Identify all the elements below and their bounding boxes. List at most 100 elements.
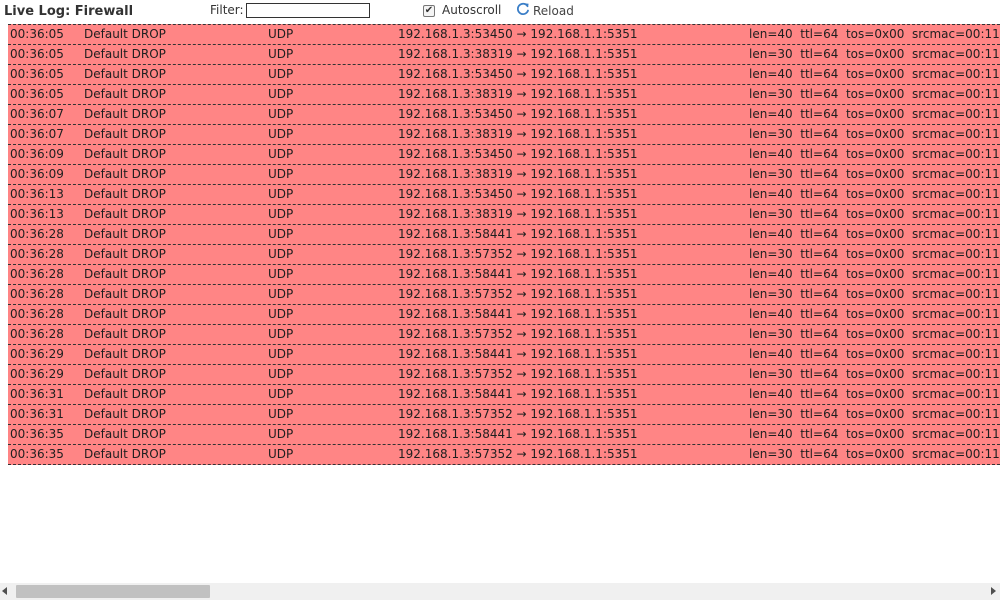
log-time: 00:36:05: [10, 47, 64, 61]
reload-icon: [516, 2, 530, 20]
log-details: len=40 ttl=64 tos=0x00 srcmac=00:11: [749, 27, 1000, 41]
log-protocol: UDP: [268, 227, 294, 241]
log-protocol: UDP: [268, 347, 294, 361]
log-protocol: UDP: [268, 127, 294, 141]
log-rule: Default DROP: [84, 387, 166, 401]
log-row: 00:36:28 Default DROP UDP 192.168.1.3:57352…: [8, 245, 1000, 265]
checkmark-icon: ✔: [424, 5, 434, 16]
log-details: len=30 ttl=64 tos=0x00 srcmac=00:11: [749, 207, 1000, 221]
log-table: 00:36:05 Default DROP UDP 192.168.1.3:53450…: [8, 24, 1000, 465]
log-details: len=30 ttl=64 tos=0x00 srcmac=00:11: [749, 167, 1000, 181]
log-row: 00:36:07 Default DROP UDP 192.168.1.3:38319…: [8, 125, 1000, 145]
log-details: len=30 ttl=64 tos=0x00 srcmac=00:11: [749, 287, 1000, 301]
log-details: len=40 ttl=64 tos=0x00 srcmac=00:11: [749, 347, 1000, 361]
log-row: 00:36:13 Default DROP UDP 192.168.1.3:53450…: [8, 185, 1000, 205]
log-protocol: UDP: [268, 407, 294, 421]
reload-button[interactable]: Reload: [516, 2, 574, 20]
log-row: 00:36:09 Default DROP UDP 192.168.1.3:38319…: [8, 165, 1000, 185]
scrollbar-thumb[interactable]: [16, 585, 210, 598]
log-time: 00:36:35: [10, 427, 64, 441]
log-protocol: UDP: [268, 267, 294, 281]
log-rule: Default DROP: [84, 247, 166, 261]
log-time: 00:36:29: [10, 347, 64, 361]
log-protocol: UDP: [268, 147, 294, 161]
log-protocol: UDP: [268, 427, 294, 441]
log-time: 00:36:31: [10, 407, 64, 421]
log-connection: 192.168.1.3:38319 → 192.168.1.1:5351: [398, 47, 638, 61]
log-row: 00:36:31 Default DROP UDP 192.168.1.3:57352…: [8, 405, 1000, 425]
log-connection: 192.168.1.3:38319 → 192.168.1.1:5351: [398, 207, 638, 221]
log-rule: Default DROP: [84, 107, 166, 121]
log-time: 00:36:28: [10, 327, 64, 341]
log-details: len=30 ttl=64 tos=0x00 srcmac=00:11: [749, 407, 1000, 421]
log-connection: 192.168.1.3:53450 → 192.168.1.1:5351: [398, 67, 638, 81]
log-details: len=30 ttl=64 tos=0x00 srcmac=00:11: [749, 247, 1000, 261]
log-details: len=30 ttl=64 tos=0x00 srcmac=00:11: [749, 327, 1000, 341]
log-time: 00:36:13: [10, 187, 64, 201]
log-time: 00:36:28: [10, 267, 64, 281]
log-time: 00:36:07: [10, 127, 64, 141]
autoscroll-label[interactable]: Autoscroll: [442, 3, 501, 17]
log-details: len=30 ttl=64 tos=0x00 srcmac=00:11: [749, 447, 1000, 461]
log-details: len=40 ttl=64 tos=0x00 srcmac=00:11: [749, 387, 1000, 401]
log-protocol: UDP: [268, 87, 294, 101]
log-rule: Default DROP: [84, 187, 166, 201]
log-protocol: UDP: [268, 387, 294, 401]
log-rule: Default DROP: [84, 47, 166, 61]
log-row: 00:36:09 Default DROP UDP 192.168.1.3:53450…: [8, 145, 1000, 165]
log-row: 00:36:05 Default DROP UDP 192.168.1.3:38319…: [8, 45, 1000, 65]
log-time: 00:36:09: [10, 167, 64, 181]
log-protocol: UDP: [268, 287, 294, 301]
log-details: len=40 ttl=64 tos=0x00 srcmac=00:11: [749, 107, 1000, 121]
log-row: 00:36:13 Default DROP UDP 192.168.1.3:38319…: [8, 205, 1000, 225]
log-row: 00:36:07 Default DROP UDP 192.168.1.3:53450…: [8, 105, 1000, 125]
log-time: 00:36:28: [10, 307, 64, 321]
log-connection: 192.168.1.3:58441 → 192.168.1.1:5351: [398, 427, 638, 441]
toolbar: Live Log: Firewall Filter: ✔ Autoscroll …: [0, 0, 1000, 22]
log-protocol: UDP: [268, 67, 294, 81]
log-details: len=30 ttl=64 tos=0x00 srcmac=00:11: [749, 367, 1000, 381]
log-connection: 192.168.1.3:57352 → 192.168.1.1:5351: [398, 407, 638, 421]
log-connection: 192.168.1.3:58441 → 192.168.1.1:5351: [398, 227, 638, 241]
scroll-left-icon[interactable]: [2, 587, 7, 595]
log-connection: 192.168.1.3:38319 → 192.168.1.1:5351: [398, 167, 638, 181]
log-rule: Default DROP: [84, 427, 166, 441]
log-rule: Default DROP: [84, 147, 166, 161]
horizontal-scrollbar[interactable]: [0, 583, 1000, 600]
log-details: len=40 ttl=64 tos=0x00 srcmac=00:11: [749, 187, 1000, 201]
log-protocol: UDP: [268, 167, 294, 181]
log-protocol: UDP: [268, 307, 294, 321]
scroll-right-icon[interactable]: [991, 587, 996, 595]
log-connection: 192.168.1.3:57352 → 192.168.1.1:5351: [398, 367, 638, 381]
log-row: 00:36:28 Default DROP UDP 192.168.1.3:58441…: [8, 225, 1000, 245]
log-connection: 192.168.1.3:58441 → 192.168.1.1:5351: [398, 347, 638, 361]
log-details: len=40 ttl=64 tos=0x00 srcmac=00:11: [749, 227, 1000, 241]
log-rule: Default DROP: [84, 287, 166, 301]
log-protocol: UDP: [268, 247, 294, 261]
page-title: Live Log: Firewall: [4, 4, 134, 19]
log-time: 00:36:05: [10, 27, 64, 41]
log-time: 00:36:13: [10, 207, 64, 221]
log-time: 00:36:05: [10, 87, 64, 101]
log-details: len=30 ttl=64 tos=0x00 srcmac=00:11: [749, 127, 1000, 141]
filter-label: Filter:: [210, 3, 244, 17]
log-time: 00:36:28: [10, 247, 64, 261]
autoscroll-checkbox[interactable]: ✔: [423, 5, 435, 17]
log-time: 00:36:28: [10, 287, 64, 301]
log-connection: 192.168.1.3:57352 → 192.168.1.1:5351: [398, 247, 638, 261]
log-connection: 192.168.1.3:53450 → 192.168.1.1:5351: [398, 27, 638, 41]
log-details: len=30 ttl=64 tos=0x00 srcmac=00:11: [749, 87, 1000, 101]
log-rule: Default DROP: [84, 227, 166, 241]
log-connection: 192.168.1.3:58441 → 192.168.1.1:5351: [398, 307, 638, 321]
log-rule: Default DROP: [84, 267, 166, 281]
log-row: 00:36:05 Default DROP UDP 192.168.1.3:53450…: [8, 65, 1000, 85]
log-details: len=40 ttl=64 tos=0x00 srcmac=00:11: [749, 147, 1000, 161]
log-row: 00:36:29 Default DROP UDP 192.168.1.3:58441…: [8, 345, 1000, 365]
log-details: len=40 ttl=64 tos=0x00 srcmac=00:11: [749, 67, 1000, 81]
log-protocol: UDP: [268, 107, 294, 121]
log-rule: Default DROP: [84, 87, 166, 101]
reload-label: Reload: [533, 4, 574, 18]
filter-input[interactable]: [246, 3, 370, 18]
log-row: 00:36:28 Default DROP UDP 192.168.1.3:57352…: [8, 325, 1000, 345]
log-rule: Default DROP: [84, 447, 166, 461]
